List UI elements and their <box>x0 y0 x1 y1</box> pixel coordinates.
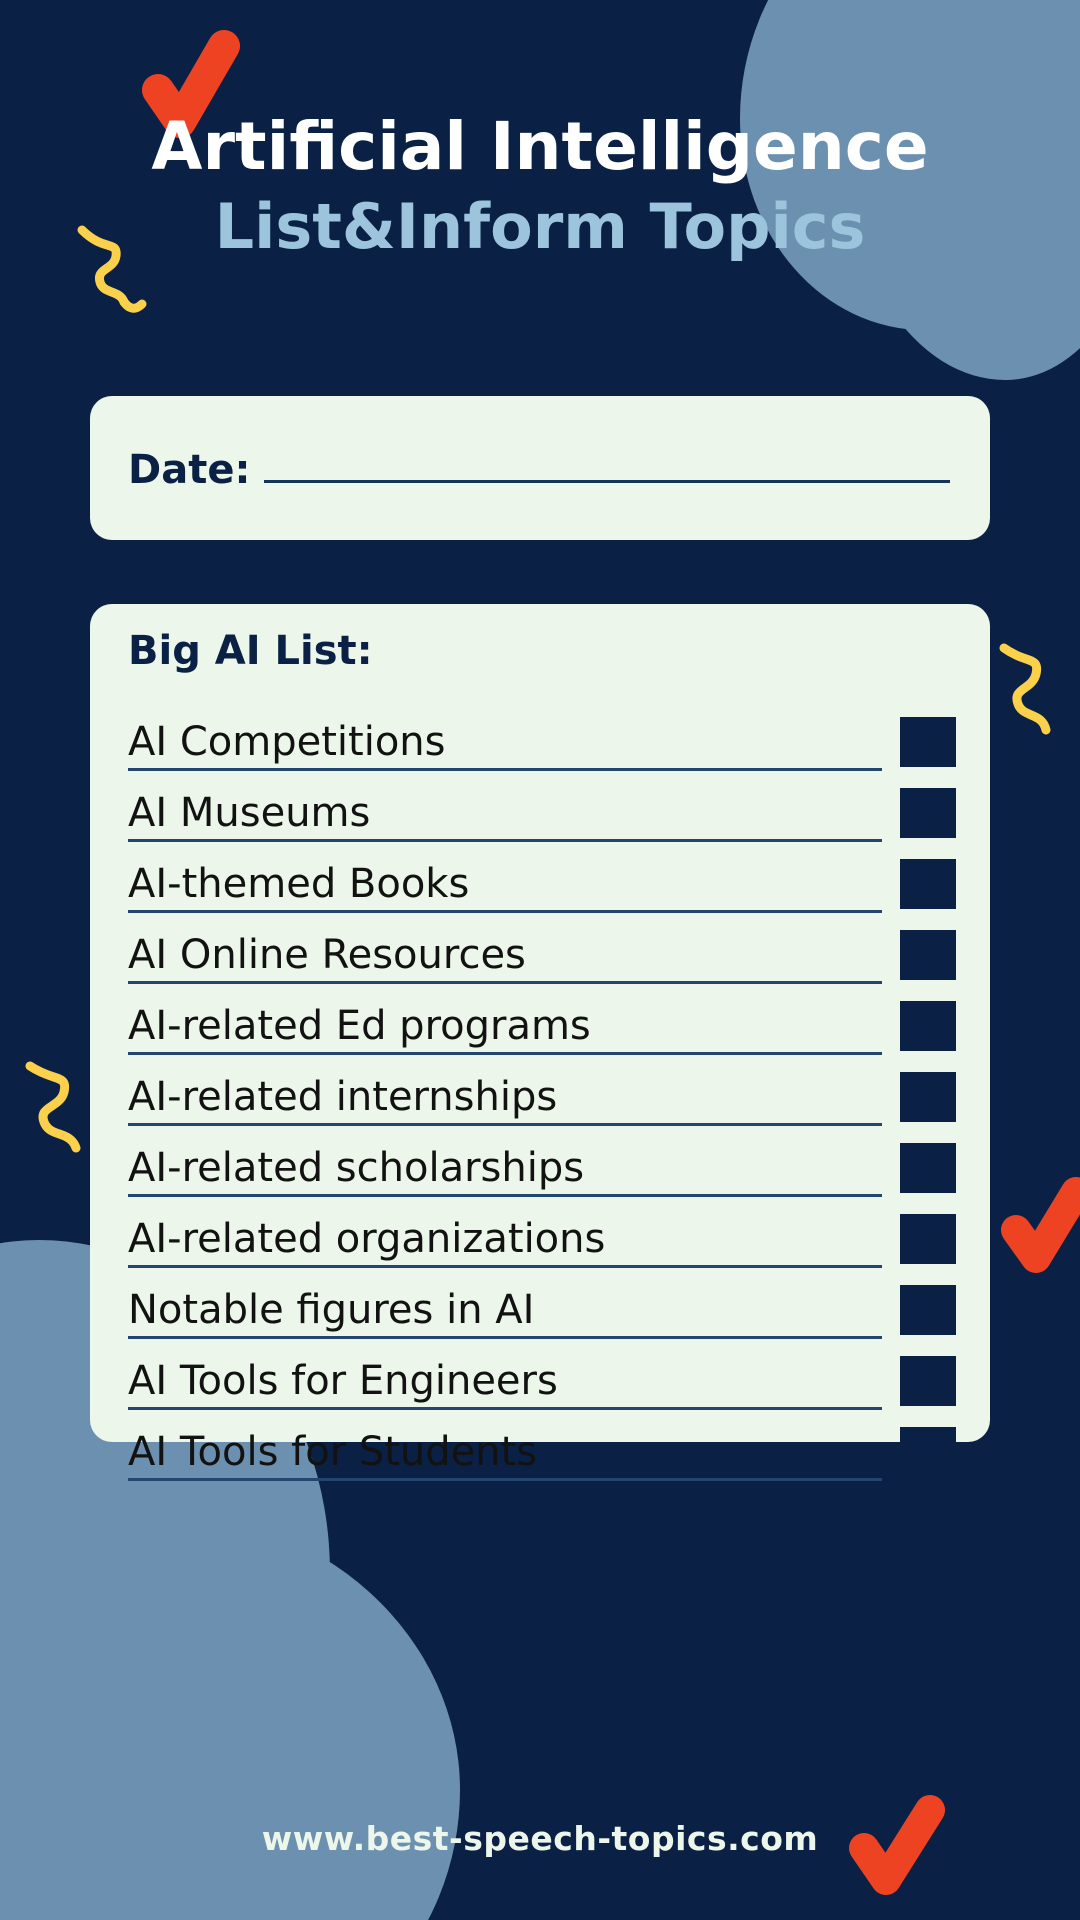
list-item-label: AI-related organizations <box>128 1219 882 1268</box>
list-item[interactable]: AI-related organizations <box>128 1197 956 1268</box>
list-item-label: AI-themed Books <box>128 864 882 913</box>
decorative-blob-bottom-left-2 <box>0 1510 460 1920</box>
checkbox[interactable] <box>900 788 956 838</box>
list-item[interactable]: AI-related scholarships <box>128 1126 956 1197</box>
page-title: Artificial Intelligence <box>151 108 929 185</box>
checkbox[interactable] <box>900 1285 956 1335</box>
list-item-label: AI Online Resources <box>128 935 882 984</box>
checkbox[interactable] <box>900 1001 956 1051</box>
page-subtitle: List&Inform Topics <box>214 189 866 263</box>
checkbox[interactable] <box>900 1427 956 1477</box>
checkmark-icon-mid-right <box>1000 1177 1080 1275</box>
list-item[interactable]: AI-related Ed programs <box>128 984 956 1055</box>
checkbox[interactable] <box>900 1214 956 1264</box>
list-item[interactable]: AI Competitions <box>128 700 956 771</box>
poster-header: Artificial Intelligence List&Inform Topi… <box>0 110 1080 264</box>
list-item[interactable]: AI Tools for Engineers <box>128 1339 956 1410</box>
list-item-label: AI-related internships <box>128 1077 882 1126</box>
date-card: Date: <box>90 396 990 540</box>
list-item[interactable]: AI-themed Books <box>128 842 956 913</box>
list-item[interactable]: AI-related internships <box>128 1055 956 1126</box>
list-item[interactable]: AI Museums <box>128 771 956 842</box>
checklist-card: Big AI List: AI Competitions AI Museums … <box>90 604 990 1481</box>
poster-canvas: Artificial Intelligence List&Inform Topi… <box>0 0 1080 1920</box>
list-item[interactable]: Notable figures in AI <box>128 1268 956 1339</box>
checkbox[interactable] <box>900 930 956 980</box>
checkbox[interactable] <box>900 1143 956 1193</box>
checkmark-icon-bottom-right <box>846 1795 951 1900</box>
footer-url[interactable]: www.best-speech-topics.com <box>262 1819 819 1858</box>
list-item-label: AI-related Ed programs <box>128 1006 882 1055</box>
list-item-label: AI Competitions <box>128 722 882 771</box>
checklist-title: Big AI List: <box>128 628 373 674</box>
list-item-label: Notable figures in AI <box>128 1290 882 1339</box>
checkbox[interactable] <box>900 1072 956 1122</box>
list-item-label: AI-related scholarships <box>128 1148 882 1197</box>
checklist: AI Competitions AI Museums AI-themed Boo… <box>128 700 956 1481</box>
list-item[interactable]: AI Online Resources <box>128 913 956 984</box>
squiggle-icon-mid-right <box>990 638 1080 748</box>
list-item[interactable]: AI Tools for Students <box>128 1410 956 1481</box>
list-item-label: AI Tools for Engineers <box>128 1361 882 1410</box>
date-label: Date: <box>128 447 251 493</box>
date-input[interactable] <box>264 442 950 483</box>
checkbox[interactable] <box>900 859 956 909</box>
date-row: Date: <box>128 442 950 493</box>
list-item-label: AI Tools for Students <box>128 1432 882 1481</box>
checkbox[interactable] <box>900 1356 956 1406</box>
checkbox[interactable] <box>900 717 956 767</box>
list-item-label: AI Museums <box>128 793 882 842</box>
